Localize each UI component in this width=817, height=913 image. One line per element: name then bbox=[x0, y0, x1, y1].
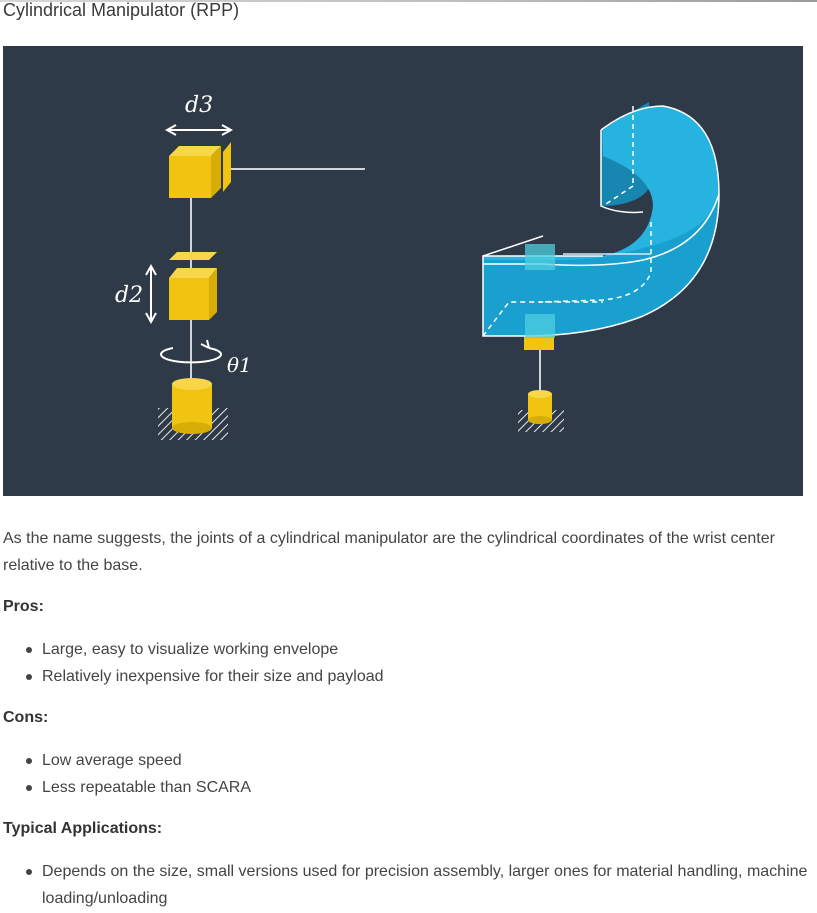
d3-arrow bbox=[164, 124, 234, 136]
base-cylinder bbox=[172, 378, 212, 434]
list-item: Less repeatable than SCARA bbox=[20, 774, 810, 801]
cylindrical-manipulator-diagram: θ1 d2 d3 bbox=[115, 93, 720, 440]
description-paragraph: As the name suggests, the joints of a cy… bbox=[3, 530, 775, 574]
workspace-base-cylinder bbox=[528, 390, 552, 424]
manipulator-figure: θ1 d2 d3 bbox=[3, 46, 803, 496]
workspace-view bbox=[482, 102, 720, 432]
applications-label: Typical Applications: bbox=[3, 820, 163, 837]
list-item: Low average speed bbox=[20, 747, 810, 774]
section-title: Cylindrical Manipulator (RPP) bbox=[3, 0, 240, 20]
workspace-cube-upper bbox=[525, 244, 555, 270]
prismatic-joint-d3 bbox=[169, 142, 231, 198]
list-item: Depends on the size, small versions used… bbox=[20, 858, 810, 912]
pros-list: Large, easy to visualize working envelop… bbox=[20, 636, 810, 690]
theta1-label: θ1 bbox=[227, 353, 252, 377]
working-envelope bbox=[482, 102, 720, 338]
d3-label: d3 bbox=[185, 93, 213, 118]
d2-label: d2 bbox=[115, 283, 143, 308]
cons-list: Low average speed Less repeatable than S… bbox=[20, 747, 810, 801]
prismatic-joint-d2 bbox=[169, 252, 217, 320]
schematic-arm: θ1 d2 d3 bbox=[115, 93, 365, 440]
list-item: Large, easy to visualize working envelop… bbox=[20, 636, 810, 663]
list-item: Relatively inexpensive for their size an… bbox=[20, 663, 810, 690]
cons-label: Cons: bbox=[3, 709, 49, 726]
workspace-cube-lower bbox=[525, 314, 555, 338]
pros-label: Pros: bbox=[3, 598, 44, 615]
applications-list: Depends on the size, small versions used… bbox=[20, 858, 810, 912]
d2-arrow bbox=[145, 263, 157, 325]
